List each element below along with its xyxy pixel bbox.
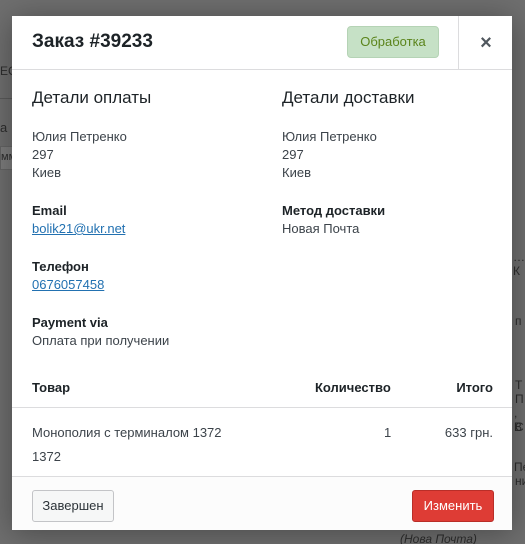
billing-details: Детали оплаты Юлия Петренко 297 Киев Ema… [32,88,252,350]
bg-fragment: …, К [513,250,525,278]
column-header-total: Итого [456,380,493,395]
bg-divider [0,98,12,99]
bg-fragment: П [515,392,524,406]
shipping-method: Новая Почта [282,221,360,236]
billing-address-line: Юлия Петренко [32,129,127,144]
bg-fragment: Т [515,378,523,392]
shipping-address-line: Киев [282,165,311,180]
bg-fragment: ни [515,474,525,488]
email-label: Email [32,203,67,218]
modal-header: Заказ #39233 Обработка × [12,16,512,70]
payment-label: Payment via [32,315,108,330]
table-row: Монополия с терминалом 1372 1372 1 633 г… [12,416,512,476]
shipping-address-line: Юлия Петренко [282,129,377,144]
order-preview-modal: Заказ #39233 Обработка × Детали оплаты Ю… [12,16,512,530]
close-button[interactable]: × [458,16,512,70]
billing-heading: Детали оплаты [32,88,152,107]
item-sku: 1372 [32,449,61,464]
bg-fragment: Пе [514,460,525,474]
item-name: Монополия с терминалом 1372 [32,425,222,440]
item-total: 633 грн. [444,425,493,440]
item-quantity: 1 [384,425,392,440]
bg-fragment: (Нова Почта) [400,532,477,544]
bg-fragment: С [515,420,524,434]
email-link[interactable]: bolik21@ukr.net [32,221,125,236]
phone-label: Телефон [32,259,89,274]
page-title: Заказ #39233 [32,31,153,52]
billing-address-line: Киев [32,165,61,180]
shipping-details: Детали доставки Юлия Петренко 297 Киев М… [282,88,502,238]
close-icon: × [480,32,492,54]
bg-fragment: п [515,314,522,328]
edit-button[interactable]: Изменить [412,490,494,522]
bg-fragment: а [0,120,8,135]
shipping-heading: Детали доставки [282,88,415,107]
phone-link[interactable]: 0676057458 [32,277,104,292]
complete-button[interactable]: Завершен [32,490,114,522]
items-table-header: Товар Количество Итого [12,368,512,408]
shipping-address-line: 297 [282,147,304,162]
status-badge: Обработка [347,26,439,58]
modal-footer: Завершен Изменить [12,476,512,530]
billing-address-line: 297 [32,147,54,162]
column-header-product: Товар [32,380,71,395]
payment-method: Оплата при получении [32,333,170,348]
shipping-method-label: Метод доставки [282,203,386,218]
column-header-quantity: Количество [315,380,391,395]
